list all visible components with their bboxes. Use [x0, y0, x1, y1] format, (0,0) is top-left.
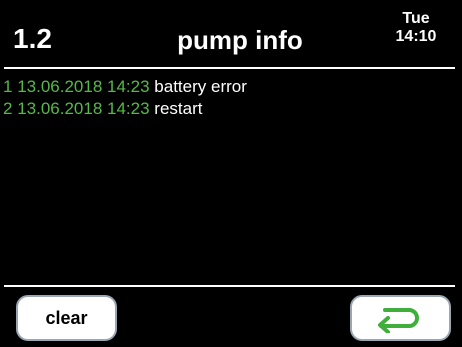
clock: Tue 14:10: [381, 10, 451, 46]
log-index: 1: [3, 77, 13, 96]
menu-number: 1.2: [13, 23, 52, 54]
log-timestamp: 13.06.2018 14:23: [17, 99, 150, 118]
back-button[interactable]: [350, 295, 451, 341]
log-index: 2: [3, 99, 13, 118]
clock-day: Tue: [402, 10, 430, 27]
log-entry: 2 13.06.2018 14:23 restart: [3, 98, 458, 120]
return-arrow-icon: [377, 308, 419, 333]
page-title: pump info: [177, 25, 303, 55]
log-entry: 1 13.06.2018 14:23 battery error: [3, 76, 458, 98]
log-timestamp: 13.06.2018 14:23: [17, 77, 150, 96]
event-log: 1 13.06.2018 14:23 battery error 2 13.06…: [3, 76, 458, 120]
footer-divider: [4, 285, 455, 287]
log-message: battery error: [154, 77, 247, 96]
header-bar: 1.2 pump info Tue 14:10: [0, 0, 462, 66]
pump-info-screen: 1.2 pump info Tue 14:10 1 13.06.2018 14:…: [0, 0, 462, 347]
clear-button[interactable]: clear: [16, 295, 117, 341]
clock-time: 14:10: [395, 28, 437, 45]
log-message: restart: [154, 99, 203, 118]
header-divider: [4, 67, 455, 69]
